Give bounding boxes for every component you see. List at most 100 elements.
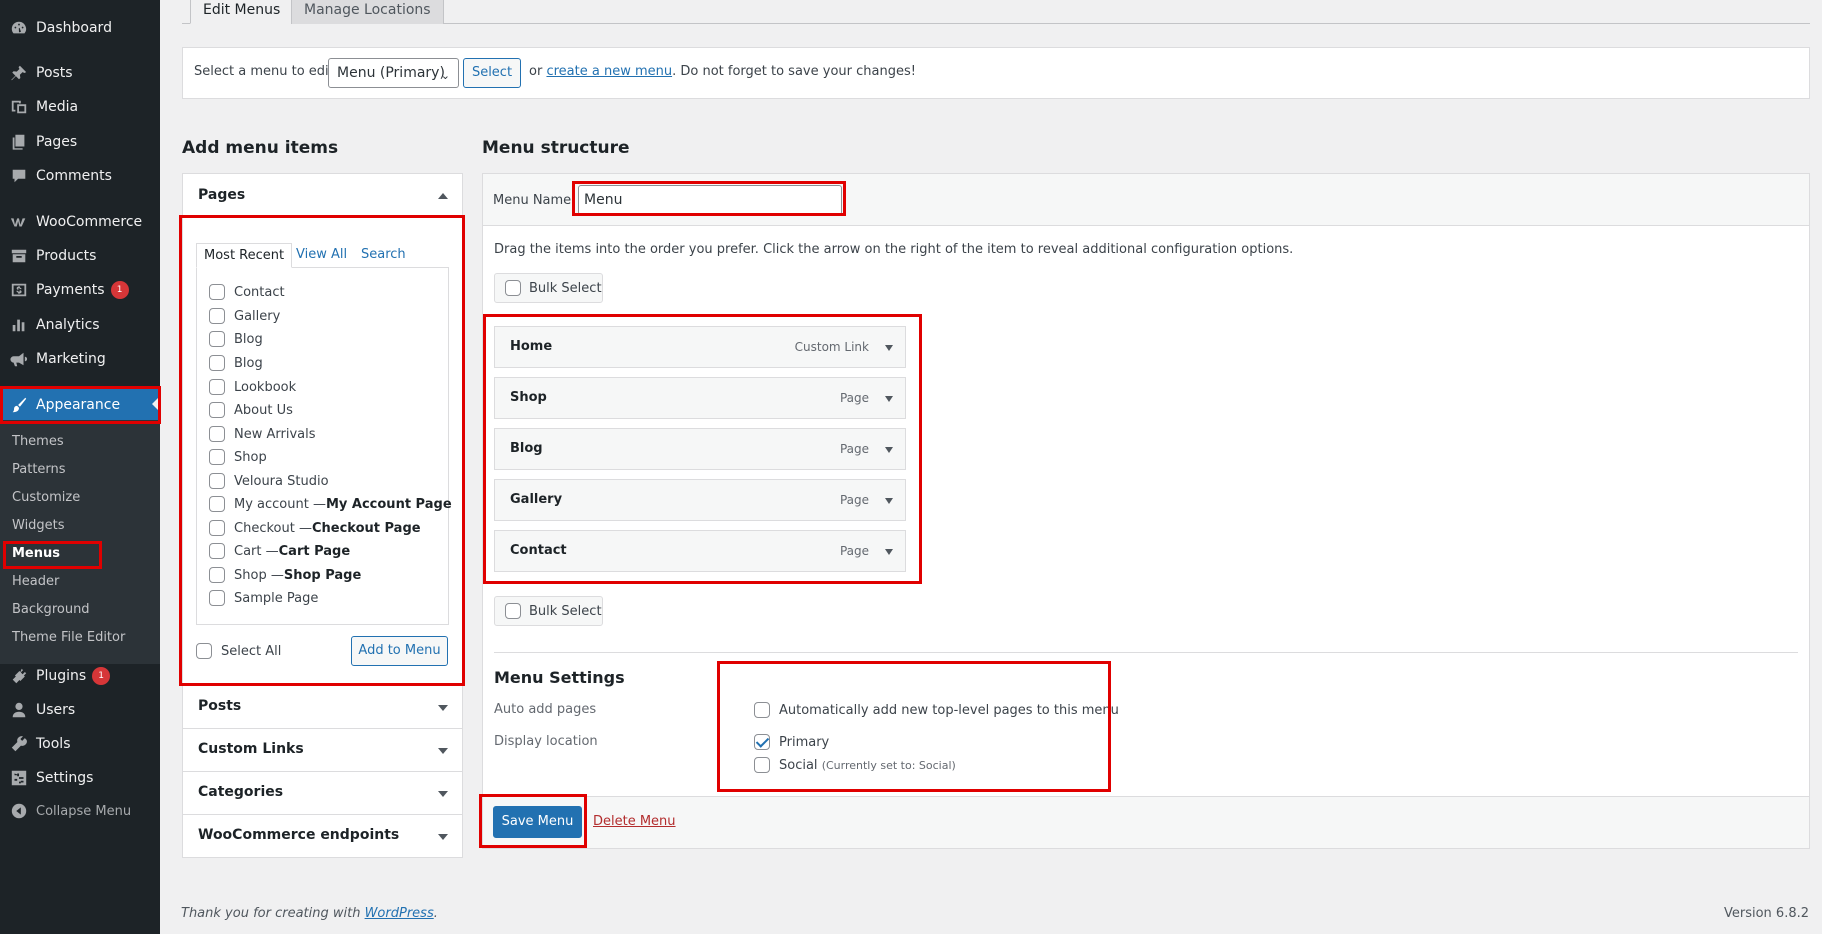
list-item[interactable]: Checkout — Checkout Page xyxy=(209,520,421,536)
save-menu-button[interactable]: Save Menu xyxy=(493,806,582,838)
list-item[interactable]: My account — My Account Page xyxy=(209,496,452,512)
sidebar-item-comments[interactable]: Comments xyxy=(0,159,160,193)
checkbox[interactable] xyxy=(505,603,521,619)
woocommerce-endpoints-accordion[interactable]: WooCommerce endpoints xyxy=(182,814,463,858)
page-checkbox[interactable] xyxy=(209,473,225,489)
expand-arrow-icon[interactable] xyxy=(438,834,448,840)
checkbox[interactable] xyxy=(754,757,770,773)
page-checkbox[interactable] xyxy=(209,590,225,606)
collapse-arrow-icon[interactable] xyxy=(438,193,448,199)
expand-arrow-icon[interactable] xyxy=(885,345,893,351)
page-checkbox[interactable] xyxy=(209,567,225,583)
submenu-item-background[interactable]: Background xyxy=(12,602,90,617)
delete-menu-link[interactable]: Delete Menu xyxy=(593,814,676,829)
sidebar-item-settings[interactable]: Settings xyxy=(0,761,160,795)
checkbox[interactable] xyxy=(505,280,521,296)
menu-item[interactable]: Gallery Page xyxy=(494,479,906,521)
bulk-select-top[interactable]: Bulk Select xyxy=(494,273,603,303)
sidebar-item-marketing[interactable]: Marketing xyxy=(0,342,160,376)
page-checkbox[interactable] xyxy=(209,426,225,442)
wordpress-link[interactable]: WordPress xyxy=(365,906,434,921)
sidebar-item-woocommerce[interactable]: WooCommerce xyxy=(0,205,160,239)
checkbox[interactable] xyxy=(754,734,770,750)
page-checkbox[interactable] xyxy=(209,355,225,371)
list-item[interactable]: Contact xyxy=(209,284,285,300)
list-item[interactable]: Cart — Cart Page xyxy=(209,543,350,559)
submenu-item-theme-file-editor[interactable]: Theme File Editor xyxy=(12,630,125,645)
submenu-item-header[interactable]: Header xyxy=(12,574,59,589)
menu-item[interactable]: Contact Page xyxy=(494,530,906,572)
list-item[interactable]: Shop xyxy=(209,449,267,465)
auto-add-option[interactable]: Automatically add new top-level pages to… xyxy=(754,702,1119,718)
menu-select-dropdown[interactable]: Menu (Primary) ⌄ xyxy=(328,58,459,88)
submenu-item-widgets[interactable]: Widgets xyxy=(12,518,65,533)
sidebar-item-pages[interactable]: Pages xyxy=(0,125,160,159)
tab-manage-locations[interactable]: Manage Locations xyxy=(291,0,444,24)
expand-arrow-icon[interactable] xyxy=(885,549,893,555)
select-all-checkbox[interactable]: Select All xyxy=(196,643,281,659)
sidebar-item-media[interactable]: Media xyxy=(0,90,160,124)
list-item[interactable]: Lookbook xyxy=(209,379,296,395)
categories-accordion[interactable]: Categories xyxy=(182,771,463,815)
location-primary[interactable]: Primary xyxy=(754,734,829,750)
list-item[interactable]: Veloura Studio xyxy=(209,473,329,489)
select-button[interactable]: Select xyxy=(463,58,521,88)
expand-arrow-icon[interactable] xyxy=(438,705,448,711)
menu-item[interactable]: Blog Page xyxy=(494,428,906,470)
collapse-menu-button[interactable]: Collapse Menu xyxy=(0,794,160,828)
tab-search[interactable]: Search xyxy=(354,243,413,268)
page-checkbox[interactable] xyxy=(209,543,225,559)
checkbox[interactable] xyxy=(754,702,770,718)
sidebar-item-tools[interactable]: Tools xyxy=(0,727,160,761)
submenu-item-customize[interactable]: Customize xyxy=(12,490,80,505)
tab-most-recent[interactable]: Most Recent xyxy=(196,243,293,268)
list-item[interactable]: New Arrivals xyxy=(209,426,316,442)
sidebar-item-posts[interactable]: Posts xyxy=(0,56,160,90)
page-checkbox[interactable] xyxy=(209,379,225,395)
submenu-item-themes[interactable]: Themes xyxy=(12,434,64,449)
page-checkbox[interactable] xyxy=(209,402,225,418)
list-item[interactable]: About Us xyxy=(209,402,293,418)
list-item[interactable]: Blog xyxy=(209,355,263,371)
sidebar-item-plugins[interactable]: Plugins 1 xyxy=(0,659,160,693)
list-item[interactable]: Shop — Shop Page xyxy=(209,567,361,583)
pages-section-title[interactable]: Pages xyxy=(198,187,245,203)
page-checkbox[interactable] xyxy=(209,520,225,536)
menu-name-label: Menu Name xyxy=(493,193,572,208)
list-item[interactable]: Blog xyxy=(209,331,263,347)
sidebar-item-users[interactable]: Users xyxy=(0,693,160,727)
menu-name-input[interactable] xyxy=(578,185,842,215)
page-checkbox[interactable] xyxy=(209,308,225,324)
sidebar-item-analytics[interactable]: Analytics xyxy=(0,308,160,342)
list-item[interactable]: Sample Page xyxy=(209,590,318,606)
expand-arrow-icon[interactable] xyxy=(885,396,893,402)
sidebar-item-products[interactable]: Products xyxy=(0,239,160,273)
accordion-title: Custom Links xyxy=(198,741,304,757)
menu-item-title: Shop xyxy=(510,390,547,405)
posts-accordion[interactable]: Posts xyxy=(182,685,463,729)
menu-item[interactable]: Home Custom Link xyxy=(494,326,906,368)
custom-links-accordion[interactable]: Custom Links xyxy=(182,728,463,772)
expand-arrow-icon[interactable] xyxy=(885,447,893,453)
page-checkbox[interactable] xyxy=(209,449,225,465)
add-to-menu-button[interactable]: Add to Menu xyxy=(351,636,448,666)
page-checkbox[interactable] xyxy=(209,496,225,512)
page-checkbox[interactable] xyxy=(209,284,225,300)
sidebar-item-appearance[interactable]: Appearance xyxy=(0,387,160,423)
list-item[interactable]: Gallery xyxy=(209,308,280,324)
location-social[interactable]: Social (Currently set to: Social) xyxy=(754,757,956,773)
sidebar-item-dashboard[interactable]: Dashboard xyxy=(0,11,160,45)
page-checkbox[interactable] xyxy=(209,331,225,347)
submenu-item-menus[interactable]: Menus xyxy=(12,546,60,561)
expand-arrow-icon[interactable] xyxy=(438,791,448,797)
bulk-select-bottom[interactable]: Bulk Select xyxy=(494,596,603,626)
checkbox[interactable] xyxy=(196,643,212,659)
tab-view-all[interactable]: View All xyxy=(289,243,354,268)
create-new-menu-link[interactable]: create a new menu xyxy=(546,64,672,79)
sidebar-item-payments[interactable]: Payments 1 xyxy=(0,273,160,307)
expand-arrow-icon[interactable] xyxy=(438,748,448,754)
submenu-item-patterns[interactable]: Patterns xyxy=(12,462,66,477)
expand-arrow-icon[interactable] xyxy=(885,498,893,504)
tab-edit-menus[interactable]: Edit Menus xyxy=(190,0,294,24)
menu-item[interactable]: Shop Page xyxy=(494,377,906,419)
